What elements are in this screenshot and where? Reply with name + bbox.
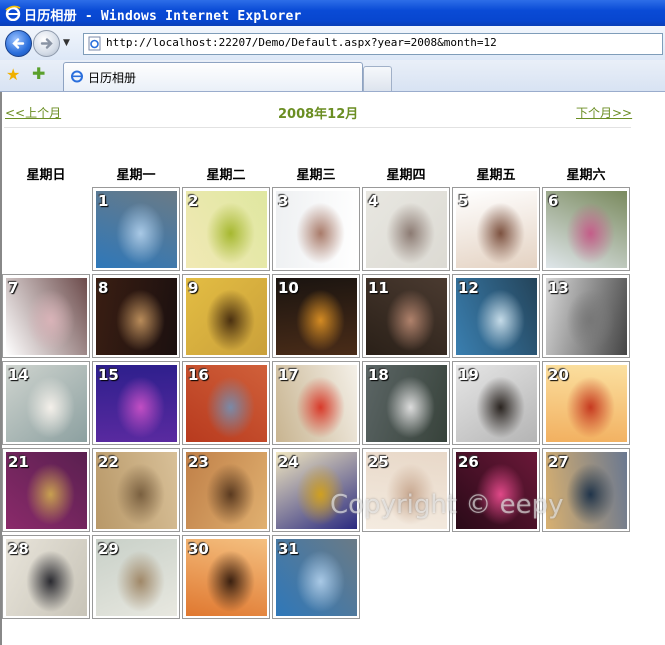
day-number: 11: [368, 279, 389, 297]
day-cell-30[interactable]: 30: [182, 535, 270, 619]
day-number: 12: [458, 279, 479, 297]
add-favorite-icon[interactable]: ✚: [32, 64, 45, 83]
window-title: 日历相册 - Windows Internet Explorer: [24, 9, 302, 24]
weekday-5: 星期五: [476, 168, 516, 183]
page-icon: [88, 36, 101, 51]
watermark-text: Copyright © eepy: [330, 490, 564, 520]
weekday-2: 星期二: [206, 168, 246, 183]
day-cell-13[interactable]: 13: [542, 274, 630, 358]
window-title-bar[interactable]: 日历相册 - Windows Internet Explorer: [0, 0, 665, 26]
day-number: 17: [278, 366, 299, 384]
day-cell-23[interactable]: 23: [182, 448, 270, 532]
day-number: 29: [98, 540, 119, 558]
day-number: 22: [98, 453, 119, 471]
day-cell-18[interactable]: 18: [362, 361, 450, 445]
day-number: 2: [188, 192, 199, 210]
day-cell-20[interactable]: 20: [542, 361, 630, 445]
back-button[interactable]: [5, 30, 32, 57]
history-dropdown-icon[interactable]: ▼: [63, 38, 70, 48]
day-number: 18: [368, 366, 389, 384]
day-number: 13: [548, 279, 569, 297]
day-cell-15[interactable]: 15: [92, 361, 180, 445]
day-number: 9: [188, 279, 199, 297]
weekday-0: 星期日: [26, 168, 66, 183]
weekday-3: 星期三: [296, 168, 336, 183]
day-number: 30: [188, 540, 209, 558]
day-number: 10: [278, 279, 299, 297]
day-cell-7[interactable]: 7: [2, 274, 90, 358]
day-cell-6[interactable]: 6: [542, 187, 630, 271]
day-cell-1[interactable]: 1: [92, 187, 180, 271]
next-month-link[interactable]: 下个月>>: [576, 104, 632, 121]
url-text[interactable]: http://localhost:22207/Demo/Default.aspx…: [106, 36, 497, 49]
weekday-6: 星期六: [566, 168, 606, 183]
day-number: 26: [458, 453, 479, 471]
day-number: 5: [458, 192, 469, 210]
day-cell-3[interactable]: 3: [272, 187, 360, 271]
header-divider: [4, 127, 631, 128]
day-cell-16[interactable]: 16: [182, 361, 270, 445]
address-bar[interactable]: http://localhost:22207/Demo/Default.aspx…: [83, 33, 663, 55]
ie-logo-icon: [5, 5, 21, 21]
day-cell-17[interactable]: 17: [272, 361, 360, 445]
day-number: 20: [548, 366, 569, 384]
day-cell-4[interactable]: 4: [362, 187, 450, 271]
day-cell-14[interactable]: 14: [2, 361, 90, 445]
day-number: 21: [8, 453, 29, 471]
day-cell-2[interactable]: 2: [182, 187, 270, 271]
day-number: 8: [98, 279, 109, 297]
day-number: 24: [278, 453, 299, 471]
day-number: 3: [278, 192, 289, 210]
day-number: 1: [98, 192, 109, 210]
tab-bar: ★ ✚ 日历相册: [0, 60, 665, 92]
prev-month-link[interactable]: <<上个月: [5, 104, 61, 121]
day-number: 31: [278, 540, 299, 558]
weekday-1: 星期一: [116, 168, 156, 183]
month-title: 2008年12月: [278, 107, 359, 122]
day-number: 28: [8, 540, 29, 558]
day-cell-12[interactable]: 12: [452, 274, 540, 358]
day-number: 4: [368, 192, 379, 210]
tab-calendar-album[interactable]: 日历相册: [63, 62, 363, 91]
day-cell-5[interactable]: 5: [452, 187, 540, 271]
day-number: 6: [548, 192, 559, 210]
day-cell-22[interactable]: 22: [92, 448, 180, 532]
day-cell-11[interactable]: 11: [362, 274, 450, 358]
forward-button[interactable]: [33, 30, 60, 57]
arrow-left-icon: [12, 38, 25, 49]
day-cell-19[interactable]: 19: [452, 361, 540, 445]
day-cell-31[interactable]: 31: [272, 535, 360, 619]
tab-label: 日历相册: [88, 71, 137, 85]
day-cell-28[interactable]: 28: [2, 535, 90, 619]
day-number: 19: [458, 366, 479, 384]
day-number: 7: [8, 279, 19, 297]
day-cell-9[interactable]: 9: [182, 274, 270, 358]
day-number: 14: [8, 366, 29, 384]
favorites-star-icon[interactable]: ★: [6, 65, 20, 84]
day-number: 27: [548, 453, 569, 471]
ie-page-icon: [71, 70, 83, 83]
weekday-4: 星期四: [386, 168, 426, 183]
day-number: 15: [98, 366, 119, 384]
day-cell-8[interactable]: 8: [92, 274, 180, 358]
day-number: 23: [188, 453, 209, 471]
day-number: 25: [368, 453, 389, 471]
day-cell-29[interactable]: 29: [92, 535, 180, 619]
day-cell-10[interactable]: 10: [272, 274, 360, 358]
day-cell-21[interactable]: 21: [2, 448, 90, 532]
arrow-right-icon: [40, 38, 53, 49]
new-tab-button[interactable]: [363, 66, 392, 91]
day-number: 16: [188, 366, 209, 384]
